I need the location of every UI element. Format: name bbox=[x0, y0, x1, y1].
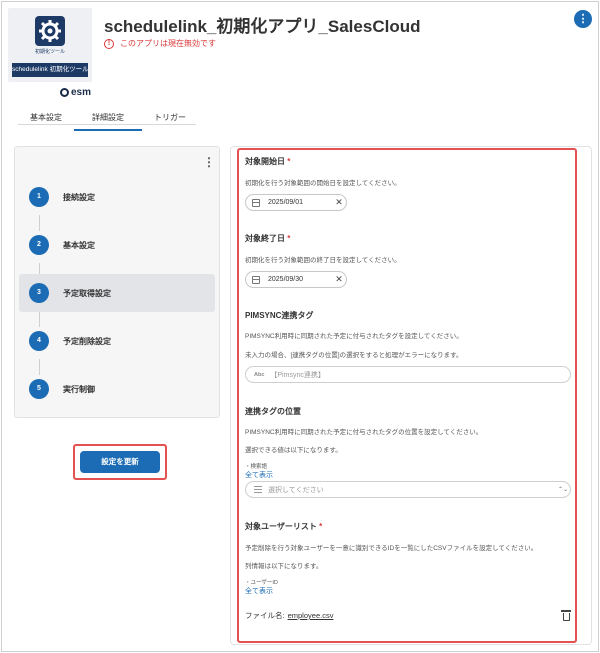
step-number: 2 bbox=[29, 235, 49, 255]
clear-icon[interactable]: ✕ bbox=[332, 274, 346, 285]
step-number: 1 bbox=[29, 187, 49, 207]
end-date-input[interactable]: 2025/09/30 ✕ bbox=[245, 271, 347, 288]
step-label: 予定取得設定 bbox=[63, 288, 111, 298]
file-label: ファイル名: bbox=[245, 611, 285, 620]
list-icon bbox=[254, 486, 262, 493]
step-execution-control[interactable]: 5 実行制御 bbox=[19, 370, 215, 408]
step-schedule-delete[interactable]: 4 予定削除設定 bbox=[19, 322, 215, 360]
tab-divider bbox=[18, 124, 196, 125]
tag-label: PIMSYNC連携タグ bbox=[245, 311, 314, 320]
step-panel: ⋮ 1 接続設定 2 基本設定 3 予定取得設定 4 予定削除設定 5 実行制御 bbox=[14, 146, 220, 418]
users-label-text: 対象ユーザーリスト bbox=[245, 522, 317, 531]
update-button-highlight: 設定を更新 bbox=[73, 444, 167, 480]
tag-position-help-1: PIMSYNC利用時に同期された予定に付与されたタグの位置を設定してください。 bbox=[245, 429, 483, 436]
step-number: 5 bbox=[29, 379, 49, 399]
more-menu-button[interactable]: ⋮ bbox=[574, 10, 592, 28]
status-text: このアプリは現在無効です bbox=[120, 39, 216, 48]
tab-basic-settings[interactable]: 基本設定 bbox=[18, 108, 74, 131]
settings-form: 対象開始日 * 初期化を行う対象範囲の開始日を設定してください。 2025/09… bbox=[237, 148, 577, 643]
tab-detail-settings[interactable]: 詳細設定 bbox=[74, 108, 142, 131]
step-schedule-fetch[interactable]: 3 予定取得設定 bbox=[19, 274, 215, 312]
brand-text: esm bbox=[71, 87, 92, 98]
clear-icon[interactable]: ✕ bbox=[332, 197, 346, 208]
required-mark: * bbox=[287, 234, 291, 243]
tag-position-select[interactable]: 選択してください ⌃⌄ bbox=[245, 481, 571, 498]
logo-caption: 初期化ツール bbox=[34, 49, 65, 55]
app-logo: 初期化ツール schedulelink 初期化ツール bbox=[8, 8, 92, 82]
tag-input[interactable]: Abc 【Pimsync連携】 bbox=[245, 366, 571, 383]
step-connection[interactable]: 1 接続設定 bbox=[19, 178, 215, 216]
start-date-help: 初期化を行う対象範囲の開始日を設定してください。 bbox=[245, 180, 401, 187]
logo-banner: schedulelink 初期化ツール bbox=[12, 63, 88, 77]
step-panel-menu-button[interactable]: ⋮ bbox=[203, 156, 215, 168]
start-date-label-text: 対象開始日 bbox=[245, 157, 285, 166]
file-row: ファイル名: employee.csv bbox=[245, 610, 571, 621]
text-type-icon: Abc bbox=[254, 371, 265, 378]
users-show-all-link[interactable]: 全て表示 bbox=[245, 586, 273, 596]
step-basic[interactable]: 2 基本設定 bbox=[19, 226, 215, 264]
start-date-value: 2025/09/01 bbox=[268, 199, 304, 206]
users-help-1: 予定削除を行う対象ユーザーを一意に識別できるIDを一覧にしたCSVファイルを設定… bbox=[245, 545, 538, 552]
tag-position-help-2: 選択できる値は以下になります。 bbox=[245, 447, 342, 454]
file-name-link[interactable]: employee.csv bbox=[288, 611, 561, 620]
step-number: 4 bbox=[29, 331, 49, 351]
users-help-2: 列情報は以下になります。 bbox=[245, 563, 323, 570]
chevron-updown-icon: ⌃⌄ bbox=[557, 487, 569, 493]
brand-logo: esm bbox=[60, 87, 91, 98]
tag-position-label: 連携タグの位置 bbox=[245, 407, 301, 416]
end-date-label-text: 対象終了日 bbox=[245, 234, 285, 243]
calendar-icon bbox=[252, 198, 260, 207]
tag-help-1: PIMSYNC利用時に同期された予定に付与されたタグを設定してください。 bbox=[245, 333, 463, 340]
tag-help-2: 未入力の場合、[連携タグの位置]の選択をすると処理がエラーになります。 bbox=[245, 352, 463, 359]
warning-icon: ! bbox=[104, 38, 114, 49]
step-label: 予定削除設定 bbox=[63, 336, 111, 346]
step-number: 3 bbox=[29, 283, 49, 303]
tag-input-placeholder: 【Pimsync連携】 bbox=[270, 371, 325, 379]
users-label: 対象ユーザーリスト * bbox=[245, 521, 322, 532]
status-message: ! このアプリは現在無効です bbox=[104, 38, 216, 49]
trash-icon[interactable] bbox=[561, 610, 571, 621]
calendar-icon bbox=[252, 275, 260, 284]
tab-bar: 基本設定 詳細設定 トリガー bbox=[18, 108, 198, 131]
start-date-label: 対象開始日 * bbox=[245, 156, 290, 167]
step-label: 基本設定 bbox=[63, 240, 95, 250]
end-date-help: 初期化を行う対象範囲の終了日を設定してください。 bbox=[245, 257, 401, 264]
required-mark: * bbox=[319, 522, 323, 531]
tab-trigger[interactable]: トリガー bbox=[142, 108, 198, 131]
update-settings-button[interactable]: 設定を更新 bbox=[80, 451, 160, 473]
tag-position-placeholder: 選択してください bbox=[268, 486, 324, 494]
step-label: 接続設定 bbox=[63, 192, 95, 202]
gear-icon bbox=[35, 16, 65, 46]
step-label: 実行制御 bbox=[63, 384, 95, 394]
end-date-value: 2025/09/30 bbox=[268, 276, 304, 283]
start-date-input[interactable]: 2025/09/01 ✕ bbox=[245, 194, 347, 211]
tag-position-sublabel: ・検索語 bbox=[245, 464, 268, 470]
end-date-label: 対象終了日 * bbox=[245, 233, 290, 244]
users-sublabel: ・ユーザーID bbox=[245, 580, 278, 586]
required-mark: * bbox=[287, 157, 291, 166]
brand-mark-icon bbox=[60, 88, 69, 97]
app-title: schedulelink_初期化アプリ_SalesCloud bbox=[104, 17, 421, 36]
tag-position-show-all-link[interactable]: 全て表示 bbox=[245, 470, 273, 480]
